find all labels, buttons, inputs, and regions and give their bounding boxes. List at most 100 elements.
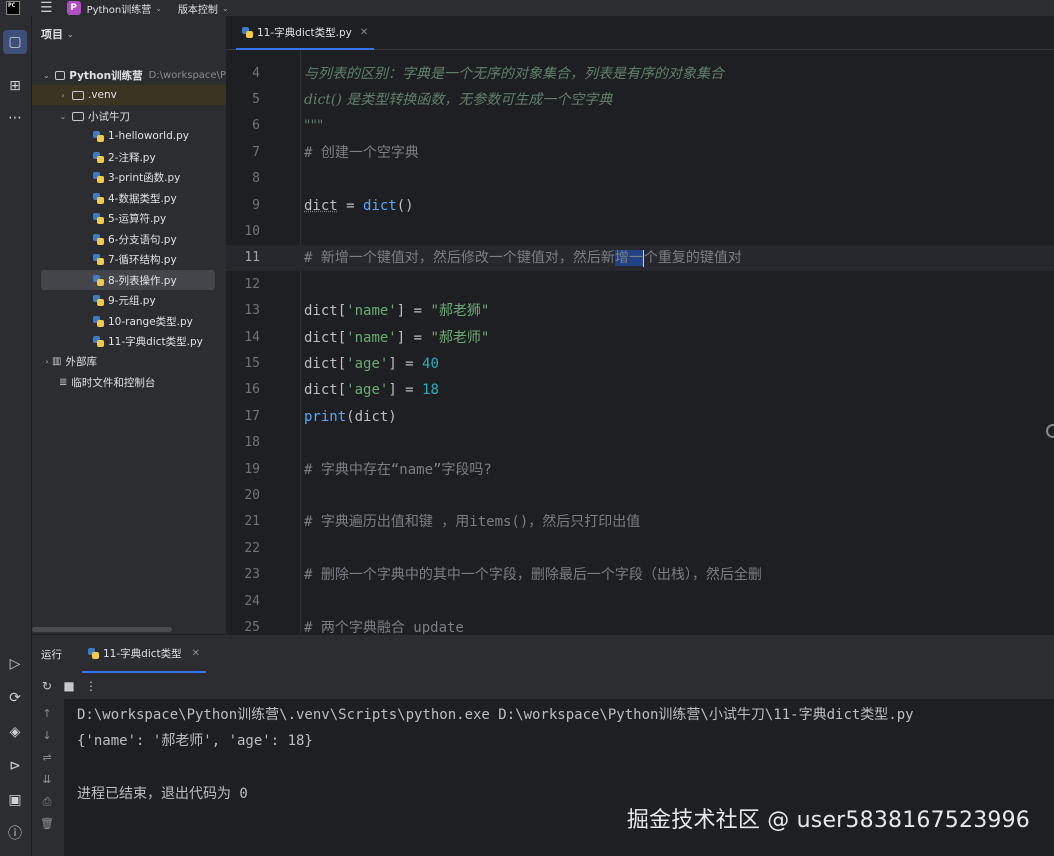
close-icon[interactable]: ✕: [360, 27, 368, 38]
tree-item-file[interactable]: 4-数据类型.py: [32, 188, 226, 208]
line-number: 5: [252, 92, 260, 107]
pycharm-logo-icon: PC: [6, 1, 20, 15]
tree-item-external-libraries[interactable]: › ▥ 外部库: [32, 351, 226, 371]
soft-wrap-icon[interactable]: ⇌: [36, 751, 58, 764]
chevron-down-icon[interactable]: ⌄: [222, 4, 229, 13]
chevron-right-icon[interactable]: ›: [58, 91, 68, 100]
console-line: {'name': '郝老师', 'age': 18}: [77, 733, 313, 749]
code-line[interactable]: 13 dict['name'] = "郝老狮": [226, 298, 1054, 324]
code-token: dict[: [304, 303, 347, 319]
run-side-toolbar: ↑ ↓ ⇌ ⇊ ⎙ 🗑: [32, 699, 62, 856]
scroll-to-end-icon[interactable]: ⇊: [36, 773, 58, 786]
main-menu-icon[interactable]: ☰: [40, 1, 53, 15]
code-line[interactable]: 21 # 字典遍历出值和键 ，用items()，然后只打印出值: [226, 509, 1054, 535]
code-line[interactable]: 9 dict = dict(): [226, 193, 1054, 219]
code-line[interactable]: 23 # 删除一个字典中的其中一个字段，删除最后一个字段（出栈），然后全删: [226, 562, 1054, 588]
python-packages-icon[interactable]: ◈: [3, 720, 27, 744]
code-line[interactable]: 22: [226, 536, 1054, 562]
code-line[interactable]: 10: [226, 219, 1054, 245]
code-line[interactable]: 17 print(dict): [226, 404, 1054, 430]
python-file-icon: [88, 647, 99, 659]
code-line[interactable]: 4 与列表的区别：字典是一个无序的对象集合，列表是有序的对象集合: [226, 61, 1054, 87]
tree-item-folder[interactable]: ⌄ 小试牛刀: [32, 106, 226, 126]
tree-item-venv[interactable]: › .venv: [32, 85, 226, 105]
chevron-down-icon[interactable]: ⌄: [58, 112, 68, 121]
tree-item-label: 6-分支语句.py: [108, 233, 177, 246]
editor-tab-active[interactable]: 11-字典dict类型.py ✕: [236, 16, 375, 50]
chevron-down-icon[interactable]: ⌄: [67, 30, 74, 39]
python-console-icon[interactable]: ⟳: [3, 686, 27, 710]
code-line[interactable]: 19 # 字典中存在“name”字段吗?: [226, 457, 1054, 483]
code-text: 与列表的区别：字典是一个无序的对象集合，列表是有序的对象集合: [304, 66, 724, 82]
code-token: 18: [422, 382, 439, 398]
run-tab-label: 11-字典dict类型: [103, 647, 182, 660]
line-number: 23: [244, 567, 260, 582]
problems-icon[interactable]: ⓘ: [3, 822, 27, 846]
project-folder-icon[interactable]: ▢: [3, 30, 27, 54]
tree-item-file[interactable]: 3-print函数.py: [32, 167, 226, 187]
run-tab-active[interactable]: 11-字典dict类型 ✕: [82, 635, 207, 673]
code-token: dict[: [304, 330, 347, 346]
tree-item-file[interactable]: 6-分支语句.py: [32, 229, 226, 249]
code-line[interactable]: 14 dict['name'] = "郝老师": [226, 325, 1054, 351]
trash-icon[interactable]: 🗑: [36, 817, 58, 830]
chevron-down-icon[interactable]: ⌄: [155, 4, 162, 13]
tree-item-label: 2-注释.py: [108, 151, 156, 164]
code-line[interactable]: 5 dict() 是类型转换函数，无参数可生成一个空字典: [226, 87, 1054, 113]
code-line[interactable]: 7 # 创建一个空字典: [226, 140, 1054, 166]
more-options-icon[interactable]: ⋮: [80, 679, 102, 693]
vcs-menu[interactable]: 版本控制: [178, 1, 218, 16]
tree-item-scratches[interactable]: ≣ 临时文件和控制台: [32, 372, 226, 392]
tree-item-file[interactable]: 5-运算符.py: [32, 208, 226, 228]
tree-item-file[interactable]: 10-range类型.py: [32, 311, 226, 331]
code-line[interactable]: 15 dict['age'] = 40: [226, 351, 1054, 377]
code-line[interactable]: 24: [226, 589, 1054, 615]
code-line[interactable]: 18: [226, 430, 1054, 456]
code-line[interactable]: 8: [226, 166, 1054, 192]
code-line-current[interactable]: 11 # 新增一个键值对，然后修改一个键值对，然后新增一个重复的键值对: [226, 245, 1054, 271]
code-line[interactable]: 16 dict['age'] = 18: [226, 377, 1054, 403]
line-number: 7: [252, 145, 260, 160]
tree-item-file-selected[interactable]: 8-列表操作.py: [41, 270, 215, 290]
library-icon: ▥: [52, 355, 62, 367]
more-tools-icon[interactable]: ⋯: [3, 106, 27, 130]
code-token: "郝老师": [430, 330, 490, 346]
horizontal-scrollbar[interactable]: [32, 627, 172, 632]
code-text: # 创建一个空字典: [304, 145, 419, 161]
tree-root[interactable]: ⌄ Python训练营 D:\workspace\P: [32, 65, 226, 85]
arrow-up-icon[interactable]: ↑: [36, 707, 58, 720]
terminal-icon[interactable]: ▣: [3, 788, 27, 812]
code-text: # 字典中存在“name”字段吗?: [304, 462, 492, 478]
code-line[interactable]: 12: [226, 272, 1054, 298]
chevron-down-icon[interactable]: ⌄: [42, 71, 51, 80]
close-icon[interactable]: ✕: [192, 648, 200, 659]
tree-item-file[interactable]: 2-注释.py: [32, 147, 226, 167]
run-icon[interactable]: ▷: [3, 652, 27, 676]
arrow-down-icon[interactable]: ↓: [36, 729, 58, 742]
project-switcher[interactable]: Python训练营: [87, 1, 152, 16]
code-text: # 两个字典融合 update: [304, 620, 464, 634]
line-number: 4: [252, 66, 260, 81]
structure-icon[interactable]: ⊞: [3, 74, 27, 98]
stop-icon[interactable]: ■: [58, 679, 80, 693]
chevron-right-icon[interactable]: ›: [42, 357, 52, 366]
print-icon[interactable]: ⎙: [36, 795, 58, 809]
tree-item-file[interactable]: 1-helloworld.py: [32, 126, 226, 146]
tree-item-label: 外部库: [65, 355, 97, 368]
tree-item-file[interactable]: 7-循环结构.py: [32, 249, 226, 269]
project-panel-header[interactable]: 项目 ⌄: [32, 16, 226, 52]
tree-item-file[interactable]: 11-字典dict类型.py: [32, 331, 226, 351]
line-number: 18: [244, 435, 260, 450]
code-line[interactable]: 20: [226, 483, 1054, 509]
scroll-marker-icon[interactable]: [1046, 424, 1054, 438]
code-token: (): [396, 198, 414, 214]
services-icon[interactable]: ⊳: [3, 754, 27, 778]
tree-item-file[interactable]: 9-元组.py: [32, 290, 226, 310]
python-file-icon: [93, 151, 104, 163]
rerun-icon[interactable]: ↻: [36, 679, 58, 693]
console-line: 进程已结束，退出代码为 0: [77, 786, 248, 802]
code-line[interactable]: 6 """: [226, 113, 1054, 139]
code-editor[interactable]: 11-字典dict类型.py ✕ 4 与列表的区别：字典是一个无序的对象集合，列表…: [226, 16, 1054, 634]
python-file-icon: [93, 335, 104, 347]
code-line[interactable]: 25 # 两个字典融合 update: [226, 615, 1054, 634]
